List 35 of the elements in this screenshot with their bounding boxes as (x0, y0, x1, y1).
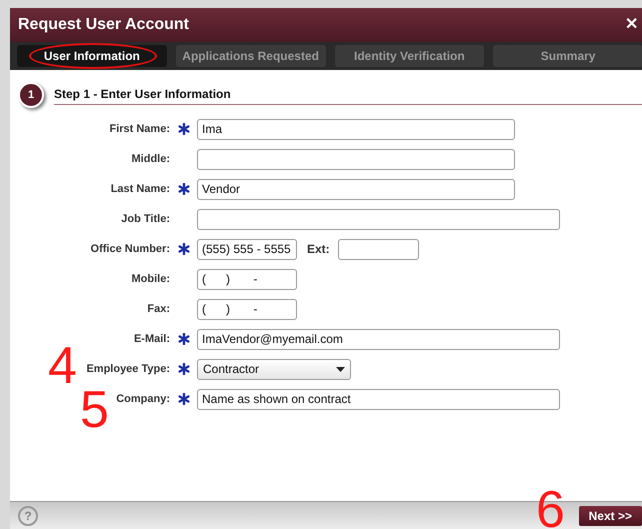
annotation-number: 5 (80, 384, 109, 436)
field-label: Office Number: (90, 242, 170, 257)
annotation-number: 6 (536, 484, 565, 529)
tab[interactable]: Applications Requested (176, 45, 326, 67)
extension-field[interactable] (338, 238, 419, 260)
field-label: First Name: (108, 122, 170, 137)
step-number-badge: 1 (18, 82, 44, 108)
dropdown[interactable]: Contractor (197, 358, 351, 380)
text-field[interactable]: ImaVendor@myemail.com (197, 328, 560, 350)
close-button[interactable]: ✕ (625, 13, 638, 37)
next-button[interactable]: Next >> (578, 506, 642, 526)
caret-icon (336, 366, 345, 372)
tab[interactable]: Summary (493, 45, 642, 67)
field-label: Company: (115, 392, 170, 407)
tab[interactable]: User Information (17, 45, 167, 67)
annotation-number: 4 (48, 340, 77, 392)
field-label: Fax: (146, 302, 170, 317)
phone-field[interactable]: ( ) - (197, 298, 297, 320)
tab[interactable]: Identity Verification (334, 45, 484, 67)
phone-field[interactable]: ( ) - (197, 268, 297, 290)
field-label: Middle: (130, 152, 170, 167)
field-label: Mobile: (130, 272, 170, 287)
text-field[interactable] (197, 208, 560, 230)
field-label: Employee Type: (85, 362, 170, 377)
field-label: E-Mail: (132, 332, 170, 347)
text-field[interactable]: Vendor (197, 178, 515, 200)
field-label: Last Name: (110, 182, 170, 197)
text-field[interactable]: Name as shown on contract (197, 388, 560, 410)
window-title: Request User Account (18, 15, 189, 35)
field-label: Ext: (307, 241, 330, 258)
text-field[interactable] (197, 148, 515, 170)
field-label: Job Title: (120, 212, 170, 227)
text-field[interactable]: Ima (197, 118, 515, 140)
phone-field[interactable]: (555) 555 - 5555 (197, 238, 297, 260)
step-title: Step 1 - Enter User Information (54, 85, 642, 105)
